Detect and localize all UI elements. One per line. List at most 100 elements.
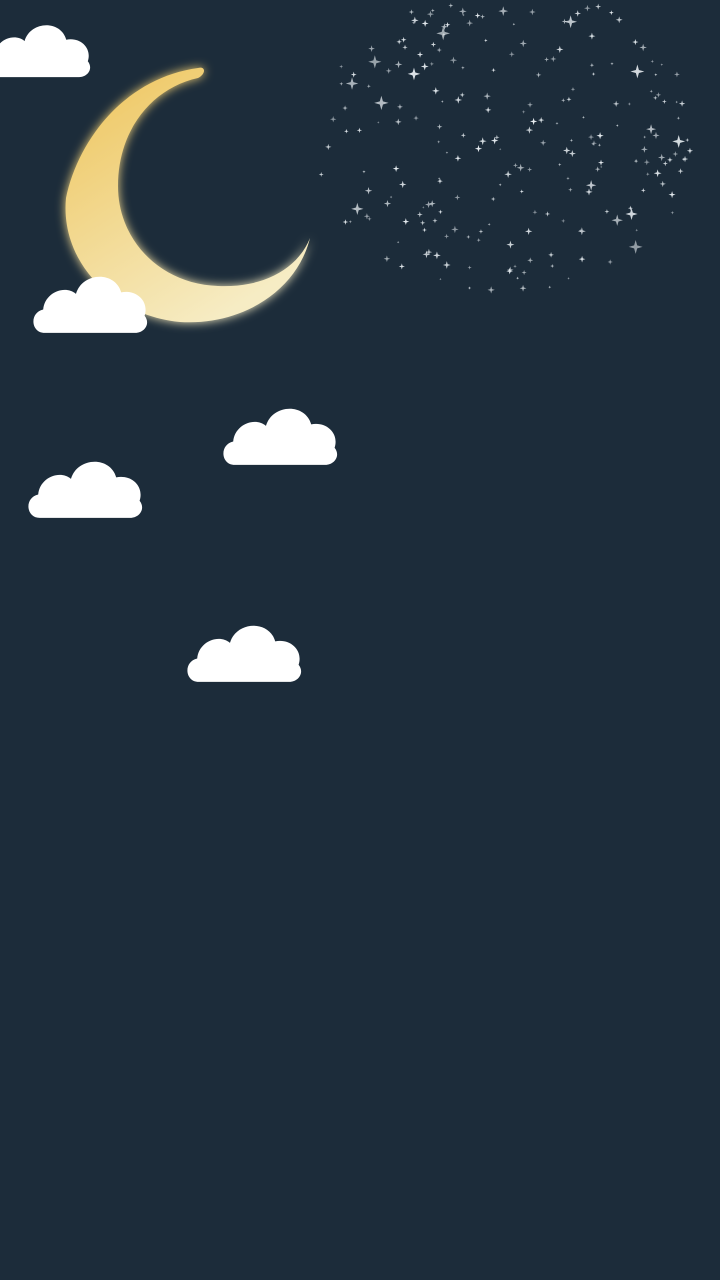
sparkle-star-icon <box>653 95 658 101</box>
sparkle-star-icon <box>643 135 647 139</box>
sparkle-star-icon <box>484 38 488 43</box>
sparkle-star-icon <box>681 155 689 163</box>
sparkle-star-icon <box>577 227 586 236</box>
sparkle-star-icon <box>428 200 436 208</box>
sparkle-star-icon <box>585 180 597 191</box>
sparkle-star-icon <box>362 170 366 174</box>
sparkle-star-icon <box>525 227 533 235</box>
sparkle-star-icon <box>676 116 681 120</box>
sparkle-star-icon <box>535 72 542 78</box>
sparkle-star-icon <box>568 187 573 193</box>
sparkle-star-icon <box>595 3 602 10</box>
sparkle-star-icon <box>561 98 566 103</box>
sparkle-star-icon <box>640 187 646 193</box>
sparkle-star-icon <box>440 100 444 103</box>
sparkle-star-icon <box>627 102 632 106</box>
sparkle-star-icon <box>474 12 481 19</box>
sparkle-star-icon <box>436 123 443 130</box>
sparkle-star-icon <box>467 286 472 290</box>
sparkle-star-icon <box>449 56 458 64</box>
sparkle-star-icon <box>589 63 595 68</box>
sparkle-star-icon <box>544 211 551 217</box>
sparkle-star-icon <box>519 284 527 292</box>
sparkle-star-icon <box>432 87 440 95</box>
sparkle-star-icon <box>597 159 605 166</box>
sparkle-star-icon <box>383 199 392 208</box>
sparkle-star-icon <box>437 178 443 184</box>
sparkle-star-icon <box>611 214 623 226</box>
sparkle-star-icon <box>454 154 462 162</box>
sparkle-star-icon <box>451 225 459 234</box>
sparkle-star-icon <box>439 277 442 281</box>
sparkle-star-icon <box>429 61 434 67</box>
sparkle-star-icon <box>639 43 647 52</box>
sparkle-star-icon <box>432 218 438 224</box>
sparkle-star-icon <box>643 159 650 166</box>
sparkle-star-icon <box>584 4 591 12</box>
sparkle-star-icon <box>655 92 662 98</box>
sparkle-star-icon <box>628 239 643 254</box>
sparkle-star-icon <box>610 62 614 66</box>
sparkle-star-icon <box>591 140 597 147</box>
sparkle-star-icon <box>398 180 407 189</box>
sparkle-star-icon <box>516 163 525 172</box>
sparkle-star-icon <box>632 38 639 46</box>
sparkle-star-icon <box>436 26 451 41</box>
sparkle-star-icon <box>570 87 576 92</box>
sparkle-star-icon <box>478 229 484 234</box>
sparkle-star-icon <box>646 124 657 135</box>
sparkle-star-icon <box>615 124 619 127</box>
sparkle-star-icon <box>558 162 562 167</box>
sparkle-star-icon <box>396 240 400 244</box>
sparkle-star-icon <box>686 147 694 154</box>
sparkle-star-icon <box>650 59 655 64</box>
sparkle-star-icon <box>607 259 613 265</box>
sparkle-star-icon <box>425 201 433 209</box>
sparkle-star-icon <box>368 55 382 69</box>
sparkle-star-icon <box>659 180 666 188</box>
sparkle-star-icon <box>588 32 596 40</box>
sparkle-star-icon <box>685 138 690 143</box>
cloud-icon <box>28 461 143 518</box>
sparkle-star-icon <box>596 132 604 140</box>
sparkle-star-icon <box>635 228 639 232</box>
sparkle-star-icon <box>476 238 481 243</box>
sparkle-star-icon <box>569 138 574 143</box>
sparkle-star-icon <box>487 222 491 226</box>
sparkle-star-icon <box>550 55 557 63</box>
sparkle-star-icon <box>674 71 680 78</box>
sparkle-star-icon <box>544 56 550 62</box>
sparkle-star-icon <box>430 8 435 13</box>
sparkle-star-icon <box>564 15 578 29</box>
sparkle-star-icon <box>389 195 393 199</box>
sparkle-star-icon <box>521 269 527 276</box>
sparkle-star-icon <box>385 67 392 74</box>
sparkle-star-icon <box>555 121 559 125</box>
sparkle-star-icon <box>529 8 536 16</box>
sparkle-star-icon <box>419 220 426 226</box>
sparkle-star-icon <box>460 132 466 138</box>
sparkle-star-icon <box>445 151 449 155</box>
sparkle-star-icon <box>672 135 686 148</box>
sparkle-star-icon <box>420 62 429 71</box>
sparkle-star-icon <box>421 19 429 27</box>
sparkle-star-icon <box>675 100 679 104</box>
sparkle-star-icon <box>548 285 552 289</box>
sparkle-star-icon <box>532 209 538 215</box>
sparkle-star-icon <box>342 219 349 225</box>
sparkle-star-icon <box>594 166 601 172</box>
sparkle-star-icon <box>374 95 389 111</box>
sparkle-star-icon <box>540 139 547 146</box>
sparkle-star-icon <box>604 209 610 215</box>
sparkle-star-icon <box>633 158 639 164</box>
sparkle-star-icon <box>667 157 673 163</box>
sparkle-star-icon <box>484 106 492 114</box>
sparkle-star-icon <box>480 14 486 20</box>
sparkle-star-icon <box>521 110 526 114</box>
sparkle-star-icon <box>478 137 487 146</box>
sparkle-star-icon <box>411 16 419 25</box>
sparkle-star-icon <box>413 115 419 121</box>
sparkle-star-icon <box>556 45 564 54</box>
sparkle-star-icon <box>437 140 441 144</box>
sparkle-star-icon <box>436 47 442 53</box>
